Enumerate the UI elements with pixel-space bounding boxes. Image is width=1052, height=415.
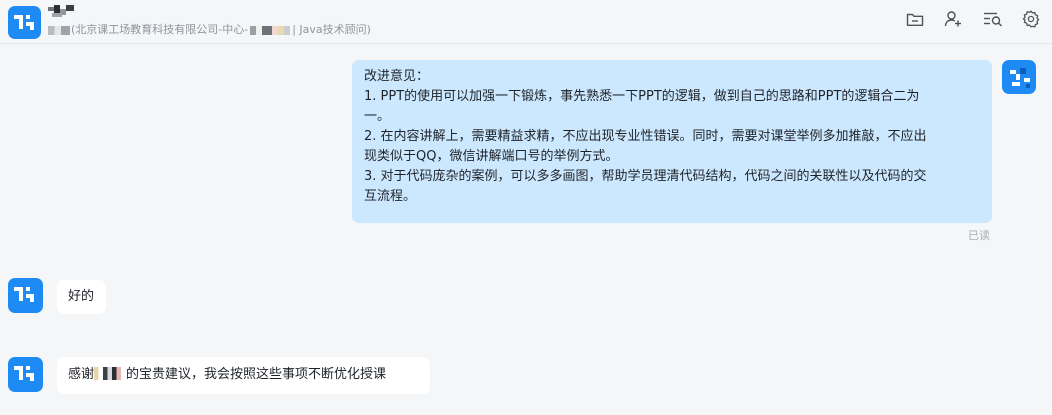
contact-subtitle: (北京课工场教育科技有限公司-中心- | Java技术顾问) bbox=[48, 22, 371, 38]
my-avatar[interactable] bbox=[1002, 60, 1036, 94]
message-row-me: 改进意见： 1. PPT的使用可以加强一下锻炼，事先熟悉一下PPT的逻辑，做到自… bbox=[0, 56, 1052, 246]
message-row-other: 好的 bbox=[0, 278, 1052, 318]
message-text-suffix: 的宝贵建议，我会按照这些事项不断优化授课 bbox=[126, 367, 387, 382]
folder-icon[interactable] bbox=[904, 8, 926, 30]
redacted-text bbox=[48, 25, 70, 35]
read-status: 已读 bbox=[968, 229, 990, 242]
contact-avatar[interactable] bbox=[8, 357, 43, 392]
subtitle-prefix: (北京课工场教育科技有限公司-中心- bbox=[71, 23, 249, 36]
add-user-icon[interactable] bbox=[942, 8, 964, 30]
message-bubble-thanks[interactable]: 感谢 的宝贵建议，我会按照这些事项不断优化授课 bbox=[57, 357, 430, 394]
contact-avatar[interactable] bbox=[8, 278, 43, 313]
settings-icon[interactable] bbox=[1020, 8, 1042, 30]
subtitle-suffix: | Java技术顾问) bbox=[292, 23, 371, 36]
message-line: 改进意见： bbox=[364, 69, 430, 84]
message-row-other: 感谢 的宝贵建议，我会按照这些事项不断优化授课 bbox=[0, 355, 1052, 397]
chat-header: (北京课工场教育科技有限公司-中心- | Java技术顾问) bbox=[0, 0, 1052, 44]
redacted-name bbox=[94, 367, 125, 380]
message-bubble-feedback[interactable]: 改进意见： 1. PPT的使用可以加强一下锻炼，事先熟悉一下PPT的逻辑，做到自… bbox=[352, 60, 992, 223]
message-text: 好的 bbox=[68, 289, 95, 304]
message-line: 一。 bbox=[364, 109, 391, 124]
header-toolbar bbox=[904, 8, 1044, 30]
message-line: 1. PPT的使用可以加强一下锻炼，事先熟悉一下PPT的逻辑，做到自己的思路和P… bbox=[364, 89, 920, 104]
contact-name-redacted bbox=[48, 5, 76, 19]
search-history-icon[interactable] bbox=[982, 8, 1004, 30]
contact-avatar[interactable] bbox=[8, 6, 41, 39]
redacted-text bbox=[250, 25, 291, 35]
message-line: 现类似于QQ，微信讲解端口号的举例方式。 bbox=[364, 149, 619, 164]
message-text: 感谢 的宝贵建议，我会按照这些事项不断优化授课 bbox=[68, 365, 419, 385]
message-bubble-reply[interactable]: 好的 bbox=[57, 280, 106, 314]
message-line: 互流程。 bbox=[364, 189, 417, 204]
message-text-prefix: 感谢 bbox=[68, 367, 95, 382]
message-line: 2. 在内容讲解上，需要精益求精，不应出现专业性错误。同时，需要对课堂举例多加推… bbox=[364, 129, 927, 144]
message-line: 3. 对于代码庞杂的案例，可以多多画图，帮助学员理清代码结构，代码之间的关联性以… bbox=[364, 169, 927, 184]
